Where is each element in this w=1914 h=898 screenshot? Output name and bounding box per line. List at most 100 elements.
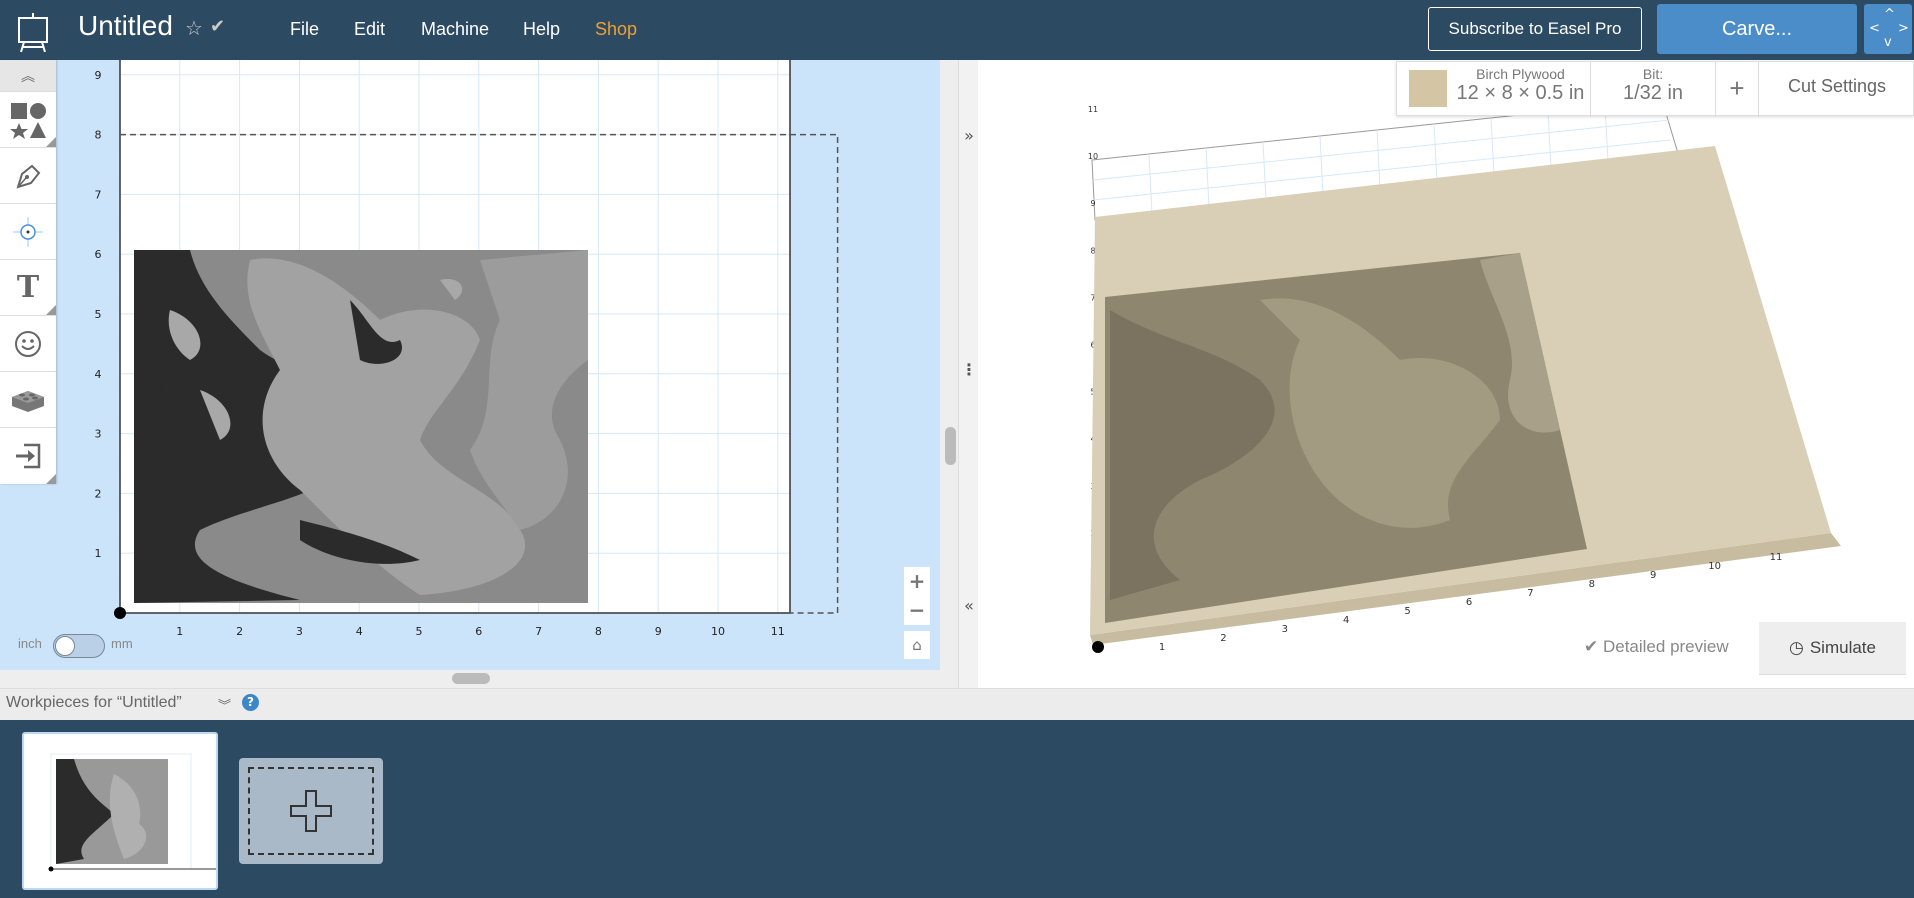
workpieces-panel [0,720,1914,898]
unit-toggle[interactable] [53,634,105,658]
smiley-icon [15,330,41,357]
collapse-preview-icon[interactable]: « [959,596,979,615]
detailed-preview-toggle[interactable]: ✔ Detailed preview [1584,637,1729,657]
import-tool[interactable] [0,428,56,484]
material-selector[interactable]: Birch Plywood 12 × 8 × 0.5 in [1451,62,1591,117]
home-view-button[interactable]: ⌂ [904,631,930,659]
shapes-icon [10,102,46,139]
carve-button[interactable]: Carve... [1657,4,1857,54]
x-tick-label: 11 [771,625,785,638]
3d-x-tick-label: 10 [1708,561,1721,572]
material-dimensions: 12 × 8 × 0.5 in [1456,82,1585,104]
pen-tool[interactable] [0,148,56,204]
project-title[interactable]: Untitled [78,10,173,42]
y-tick-label: 7 [95,188,102,201]
material-name: Birch Plywood [1476,66,1565,82]
icons-tool[interactable] [0,316,56,372]
3d-origin-marker [1092,641,1104,653]
menu-machine[interactable]: Machine [421,19,489,40]
clock-icon: ◷ [1789,638,1804,657]
3d-preview-scene[interactable]: 1234567891011 1234567891011 [978,60,1914,688]
3d-x-tick-label: 1 [1159,642,1165,653]
canvas-grid[interactable]: 1 2 3 4 5 6 7 8 9 10 11123456789 [0,60,940,670]
3d-preview[interactable]: 1234567891011 1234567891011 ✔ Detailed p… [978,60,1914,688]
y-tick-label: 1 [95,547,102,560]
x-tick-label: 9 [655,625,662,638]
3d-x-tick-label: 4 [1343,615,1349,626]
y-tick-label: 3 [95,428,102,441]
y-tick-label: 5 [95,308,102,321]
3d-x-tick-label: 6 [1466,597,1472,608]
menu-file[interactable]: File [290,19,319,40]
x-tick-label: 8 [595,625,602,638]
menu-edit[interactable]: Edit [354,19,385,40]
menu-shop[interactable]: Shop [595,19,637,40]
y-tick-label: 8 [95,129,102,142]
workpieces-label[interactable]: Workpieces for “Untitled” [6,694,182,712]
panel-splitter[interactable]: » ⋮ « [940,60,978,688]
import-icon [16,443,41,469]
3d-x-tick-label: 8 [1589,579,1595,590]
bit-value: 1/32 in [1622,82,1684,104]
bit-selector[interactable]: Bit: 1/32 in [1591,62,1716,117]
splitter-handle-icon[interactable]: ⋮ [959,360,979,379]
pan-right-icon[interactable]: > [1898,21,1909,36]
zoom-in-button[interactable]: + [904,567,930,596]
pen-icon [16,164,41,189]
simulate-label: Simulate [1809,638,1876,657]
x-tick-label: 4 [356,625,363,638]
horizontal-scrollbar[interactable] [452,673,490,684]
subscribe-button[interactable]: Subscribe to Easel Pro [1428,7,1642,51]
saved-check-icon: ✔ [210,16,226,37]
top-bar: Untitled ☆ ✔ File Edit Machine Help Shop… [0,0,1914,60]
check-icon: ✔ [1584,637,1603,656]
detailed-preview-label: Detailed preview [1602,637,1729,656]
x-tick-label: 7 [535,625,542,638]
add-bit-button[interactable]: + [1716,62,1759,117]
x-tick-label: 10 [711,625,725,638]
design-canvas[interactable]: 1 2 3 4 5 6 7 8 9 10 11 1 2 3 4 5 6 7 8 9 inch mm + − ⌂ [0,60,940,670]
workpieces-expand-icon[interactable]: ︾ [218,695,231,714]
unit-label-inch: inch [18,636,42,651]
lego-brick-icon [12,390,44,412]
image-workpiece[interactable] [134,250,588,603]
easel-logo-icon[interactable] [16,12,50,52]
material-swatch[interactable] [1409,70,1447,107]
simulate-button[interactable]: ◷ Simulate [1759,622,1906,675]
cut-settings-button[interactable]: Cut Settings [1759,62,1914,117]
toggle-knob[interactable] [55,636,75,656]
apps-tool[interactable] [0,372,56,428]
pan-left-icon[interactable]: < [1869,21,1880,36]
crosshair-icon [13,216,43,247]
y-tick-label: 9 [95,69,102,82]
text-tool[interactable]: T [0,260,56,316]
material-bar: Birch Plywood 12 × 8 × 0.5 in Bit: 1/32 … [1396,61,1914,117]
point-tool[interactable] [0,204,56,260]
help-icon[interactable]: ? [242,694,259,711]
expand-preview-icon[interactable]: » [959,126,979,145]
3d-y-tick-label: 10 [1088,152,1098,161]
workpiece-thumbnail-preview [48,753,216,872]
unit-label-mm: mm [111,636,133,651]
3d-y-tick-label: 11 [1088,105,1098,114]
menu-help[interactable]: Help [523,19,560,40]
zoom-out-button[interactable]: − [904,596,930,625]
origin-marker[interactable] [114,607,126,619]
add-workpiece-button[interactable] [239,758,383,864]
pan-control[interactable]: ^ < > v [1864,4,1912,54]
x-tick-label: 2 [236,625,243,638]
3d-x-tick-label: 3 [1282,624,1288,635]
3d-y-tick-label: 9 [1090,199,1095,208]
3d-x-tick-label: 2 [1220,633,1226,644]
pan-up-icon[interactable]: ^ [1884,7,1895,22]
collapse-toolbar-icon[interactable]: ︽ [0,60,56,92]
zoom-controls: + − [904,567,930,625]
star-icon[interactable]: ☆ [185,16,203,40]
pan-down-icon[interactable]: v [1884,35,1892,50]
shapes-tool[interactable] [0,92,56,148]
workpiece-thumbnail[interactable] [22,732,218,890]
vertical-scrollbar[interactable] [945,427,956,465]
x-tick-label: 6 [475,625,482,638]
3d-x-tick-label: 7 [1527,588,1533,599]
3d-x-tick-label: 11 [1770,552,1783,563]
